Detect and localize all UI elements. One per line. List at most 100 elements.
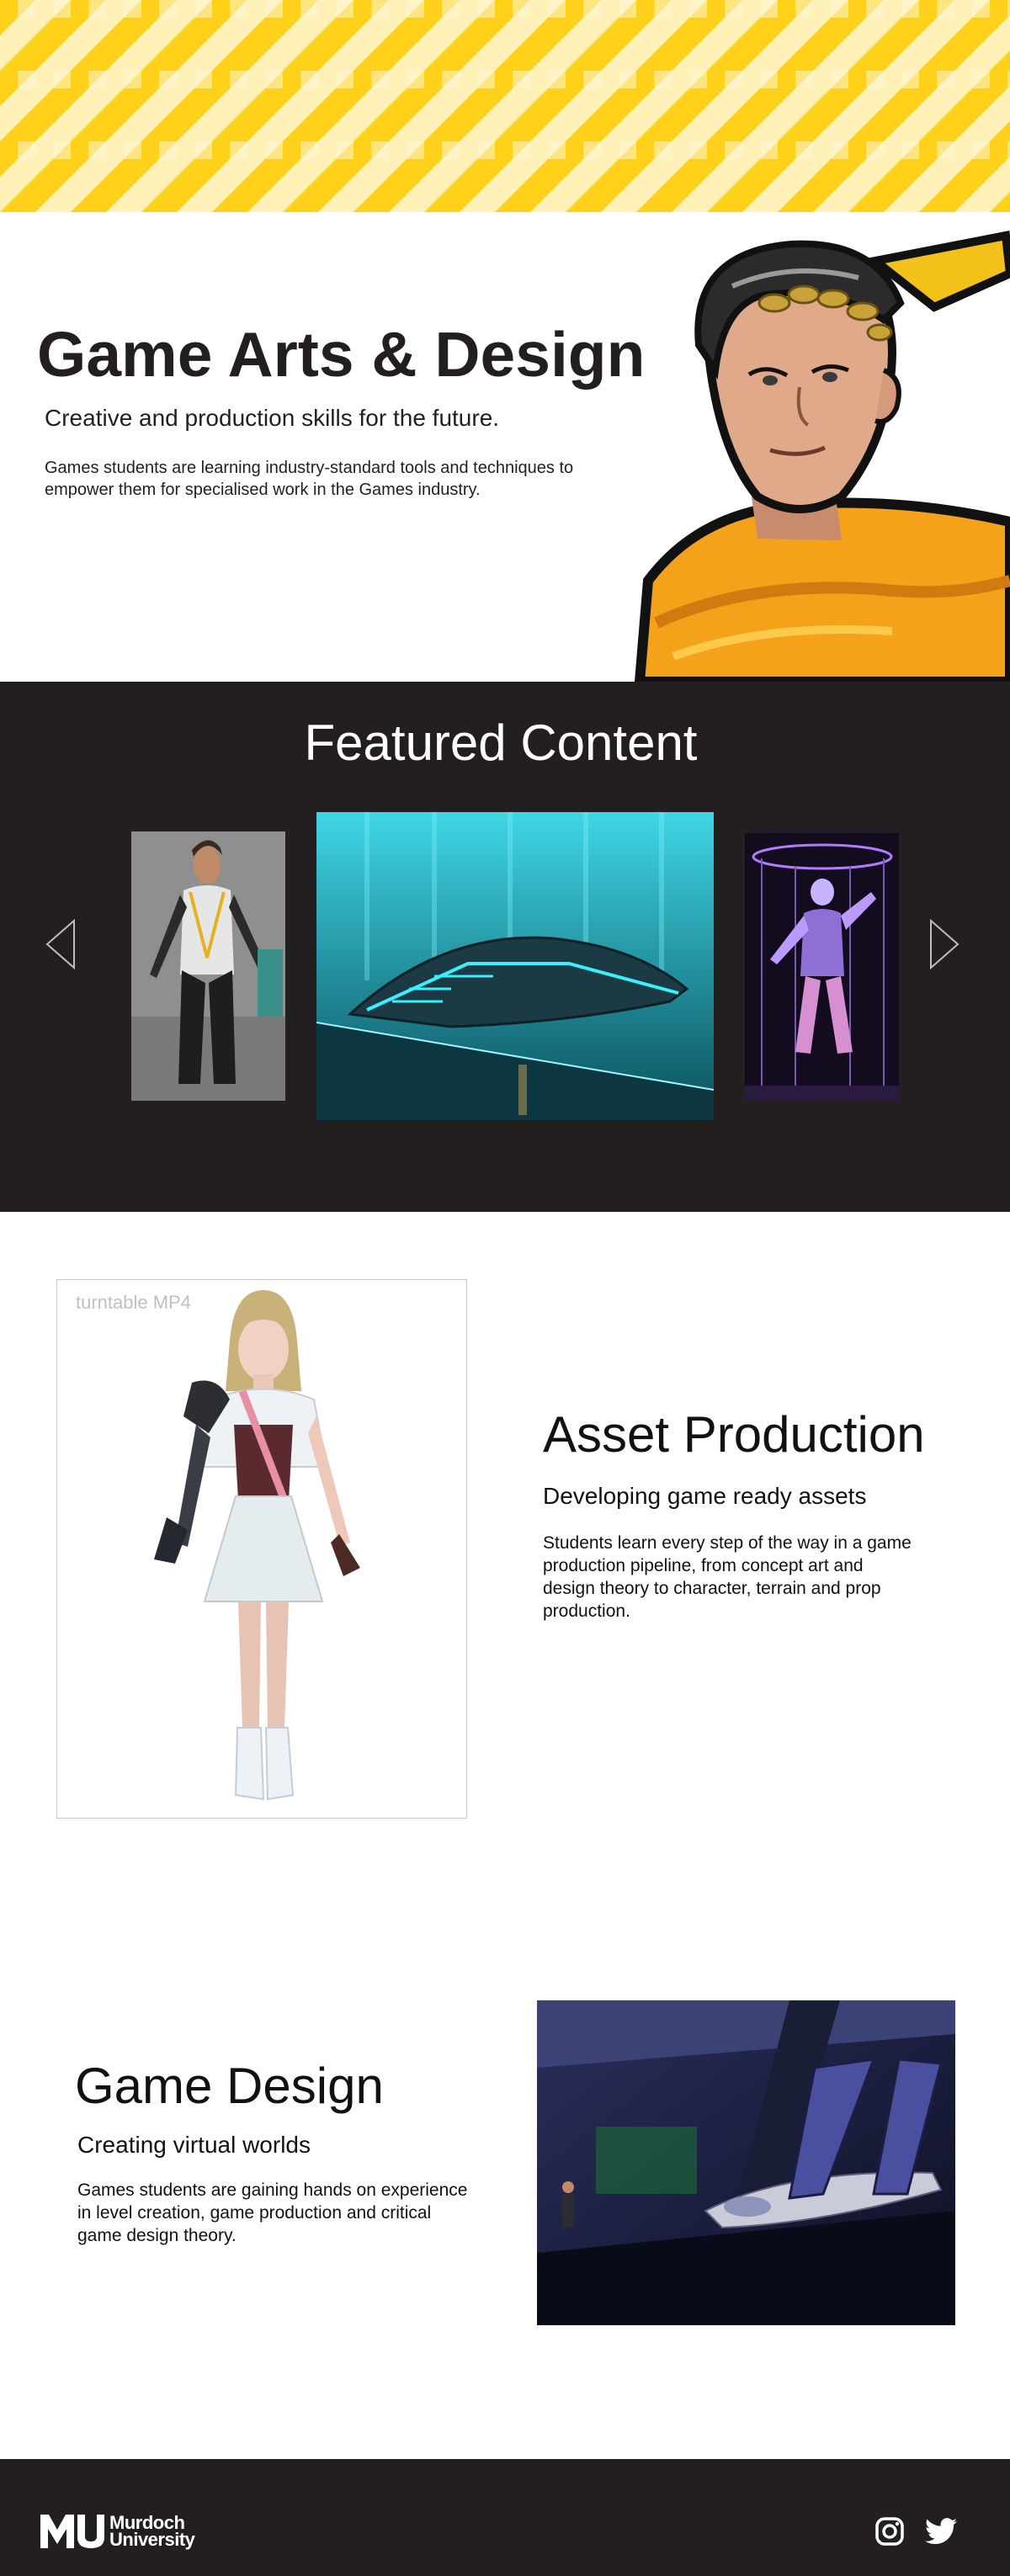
pattern-highlight [477,141,495,159]
pattern-highlight [371,71,389,88]
game-design-description: Games students are gaining hands on expe… [77,2180,468,2245]
asset-production-description: Students learn every step of the way in … [543,1533,912,1621]
game-design-title: Game Design [75,2058,384,2114]
pattern-highlight [654,0,672,18]
pattern-highlight [477,71,495,88]
character-turntable-model [154,1290,360,1801]
carousel-slide-character[interactable] [131,831,285,1101]
pattern-highlight [513,0,530,18]
chevron-left-icon[interactable] [44,919,77,969]
game-design-hangar-image [537,2000,955,2325]
pattern-highlight [725,0,742,18]
pattern-highlight [407,0,424,18]
pattern-highlight [619,71,636,88]
pattern-highlight [265,141,283,159]
pattern-highlight [654,71,672,88]
pattern-highlight [124,0,141,18]
asset-production-subtitle: Developing game ready assets [543,1483,867,1509]
pattern-highlight [831,71,848,88]
pattern-highlight [972,71,990,88]
pattern-highlight [831,0,848,18]
twitter-icon[interactable] [925,2518,957,2545]
pattern-highlight [336,0,354,18]
pattern-highlight [795,141,813,159]
game-design-subtitle: Creating virtual worlds [77,2132,311,2158]
logo-wordmark: Murdoch University [109,2514,195,2549]
pattern-highlight [18,141,35,159]
pattern-highlight [513,141,530,159]
pattern-highlight [407,141,424,159]
pattern-highlight [124,141,141,159]
pattern-highlight [336,71,354,88]
pattern-highlight [194,141,212,159]
pattern-highlight [901,141,919,159]
murdoch-university-logo[interactable]: Murdoch University [40,2512,242,2551]
featured-section: Featured Content [0,682,1010,1212]
hero-subtitle: Creative and production skills for the f… [45,405,500,431]
pattern-highlight [866,0,884,18]
pattern-highlight [300,0,318,18]
pattern-highlight [442,141,460,159]
pattern-highlight [937,141,954,159]
pattern-highlight [194,71,212,88]
pattern-highlight [88,141,106,159]
pattern-highlight [300,141,318,159]
hero-description: Games students are learning industry-sta… [45,459,574,499]
site-footer: Murdoch University [0,2459,1010,2576]
pattern-highlight [265,0,283,18]
pattern-highlight [654,141,672,159]
instagram-icon[interactable] [875,2517,904,2546]
pattern-highlight [901,0,919,18]
pattern-highlight [937,0,954,18]
pattern-highlight [88,71,106,88]
pattern-highlight [795,71,813,88]
pattern-highlight [53,71,71,88]
pattern-highlight [442,71,460,88]
pattern-highlight [760,0,778,18]
hero-title: Game Arts & Design [37,319,646,390]
pattern-banner [0,0,1010,212]
pattern-highlight [583,141,601,159]
pattern-highlight [972,0,990,18]
asset-production-title: Asset Production [543,1406,925,1463]
pattern-highlight [18,71,35,88]
pattern-highlight [407,71,424,88]
pattern-highlight [866,71,884,88]
carousel-slide-robot[interactable] [745,833,899,1101]
pattern-highlight [760,141,778,159]
pattern-highlight [583,0,601,18]
pattern-highlight [689,71,707,88]
featured-title: Featured Content [304,714,698,771]
pattern-highlight [619,0,636,18]
pattern-highlight [901,71,919,88]
pattern-highlight [230,141,247,159]
pattern-highlight [230,0,247,18]
pattern-highlight [619,141,636,159]
pattern-highlight [583,71,601,88]
triangle-pattern [0,0,1010,212]
pattern-highlight [513,71,530,88]
pattern-highlight [159,141,177,159]
pattern-highlight [159,0,177,18]
pattern-highlight [689,0,707,18]
chevron-right-icon[interactable] [928,919,961,969]
pattern-highlight [725,141,742,159]
pattern-highlight [866,141,884,159]
pattern-highlight [159,71,177,88]
turntable-video[interactable]: turntable MP4 [56,1279,467,1819]
pattern-highlight [230,71,247,88]
pattern-highlight [689,141,707,159]
pattern-highlight [795,0,813,18]
pattern-highlight [937,71,954,88]
pattern-highlight [548,71,566,88]
pattern-highlight [548,0,566,18]
pattern-highlight [88,0,106,18]
pattern-highlight [124,71,141,88]
pattern-highlight [336,141,354,159]
pattern-highlight [371,0,389,18]
pattern-highlight [53,141,71,159]
carousel-slide-spaceship[interactable] [316,812,714,1120]
pattern-highlight [18,0,35,18]
pattern-highlight [972,141,990,159]
pattern-highlight [477,0,495,18]
